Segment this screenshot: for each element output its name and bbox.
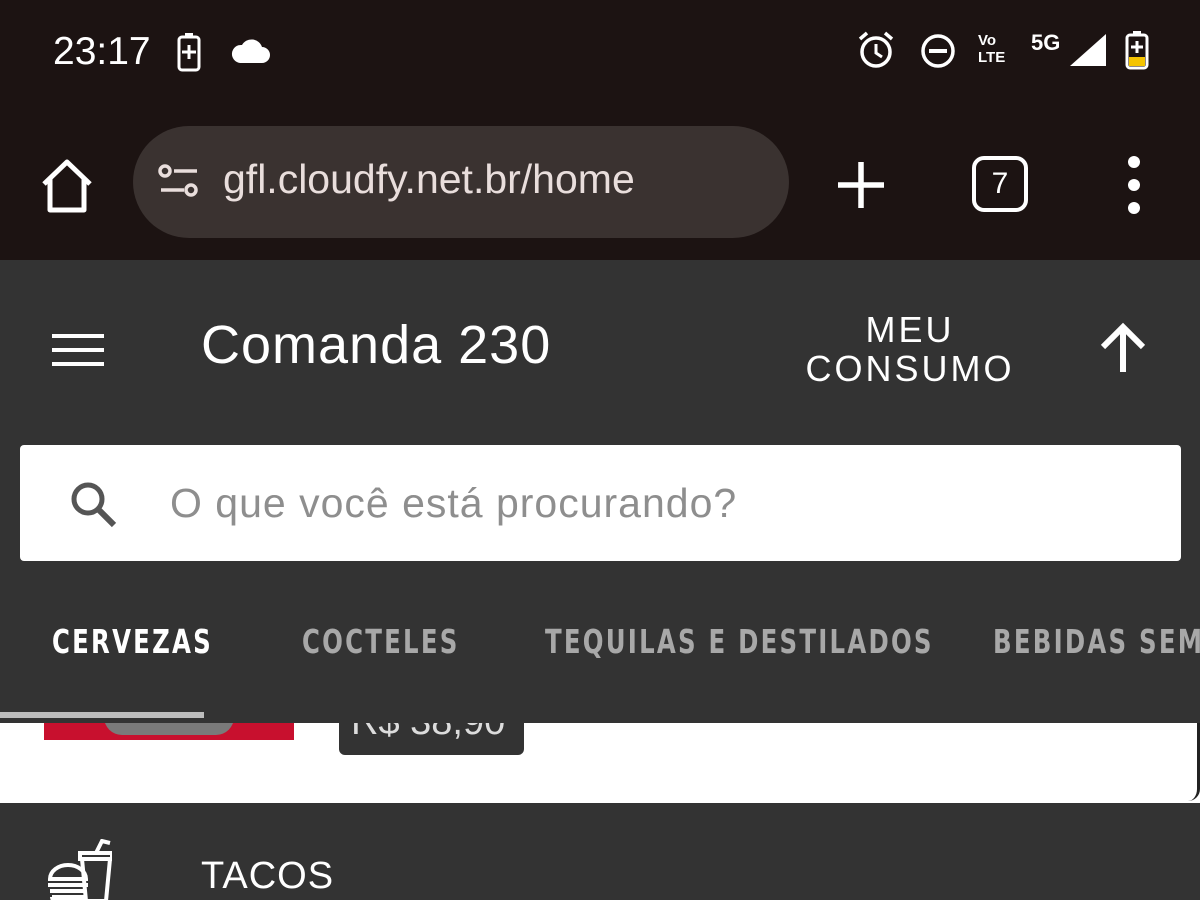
tab-switcher-icon[interactable]: 7: [972, 156, 1028, 212]
browser-toolbar: gfl.cloudfy.net.br/home 7: [0, 112, 1200, 260]
section-label: TACOS: [201, 855, 335, 897]
category-tabs: CERVEZAS COCTELES TEQUILAS E DESTILADOS …: [0, 612, 1200, 686]
address-bar[interactable]: gfl.cloudfy.net.br/home: [133, 126, 789, 238]
hamburger-icon[interactable]: [52, 332, 104, 368]
site-settings-icon[interactable]: [157, 162, 201, 200]
volte-label: Vo LTE: [978, 32, 1006, 66]
alarm-icon: [858, 31, 894, 68]
arrow-up-icon[interactable]: [1096, 322, 1150, 376]
status-time: 23:17: [53, 30, 151, 73]
price-badge: R$ 38,90: [339, 723, 524, 755]
tab-tequilas-e-destilados[interactable]: TEQUILAS E DESTILADOS: [545, 622, 934, 661]
url-text[interactable]: gfl.cloudfy.net.br/home: [223, 156, 635, 203]
home-icon[interactable]: [36, 154, 98, 216]
volte-icon: Vo LTE: [978, 32, 1022, 72]
card-edge: [1186, 723, 1200, 801]
cloud-icon: [231, 39, 270, 63]
page-title: Comanda 230: [201, 315, 552, 375]
product-list: R$ 38,90: [0, 723, 1200, 803]
search-icon: [71, 482, 117, 528]
product-price: R$ 38,90: [351, 723, 505, 744]
tab-cocteles[interactable]: COCTELES: [302, 622, 460, 661]
battery-icon: [1125, 31, 1149, 70]
meu-consumo-button[interactable]: MEU CONSUMO: [790, 310, 1030, 388]
search-input[interactable]: [170, 471, 1150, 535]
product-image-plate: [104, 723, 234, 735]
more-vert-icon[interactable]: [1114, 154, 1154, 216]
burger-drink-icon: [47, 839, 112, 900]
app-header: Comanda 230 MEU CONSUMO CERVEZAS COCTELE…: [0, 260, 1200, 723]
plus-icon[interactable]: [834, 158, 888, 212]
battery-charging-icon: [177, 33, 201, 72]
tab-cervezas[interactable]: CERVEZAS: [52, 622, 213, 661]
search-bar[interactable]: [20, 445, 1181, 561]
active-tab-indicator: [0, 712, 204, 718]
meu-consumo-label: MEU CONSUMO: [805, 309, 1015, 389]
tab-count: 7: [991, 167, 1009, 200]
tab-bebidas-sem[interactable]: BEBIDAS SEM: [993, 622, 1200, 661]
status-bar: 23:17 Vo LTE 5G: [0, 0, 1200, 112]
do-not-disturb-icon: [921, 34, 955, 68]
network-type-label: 5G: [1031, 30, 1061, 55]
product-image[interactable]: [44, 723, 294, 740]
section-header-tacos[interactable]: TACOS: [0, 803, 1200, 900]
signal-icon: [1070, 34, 1106, 66]
